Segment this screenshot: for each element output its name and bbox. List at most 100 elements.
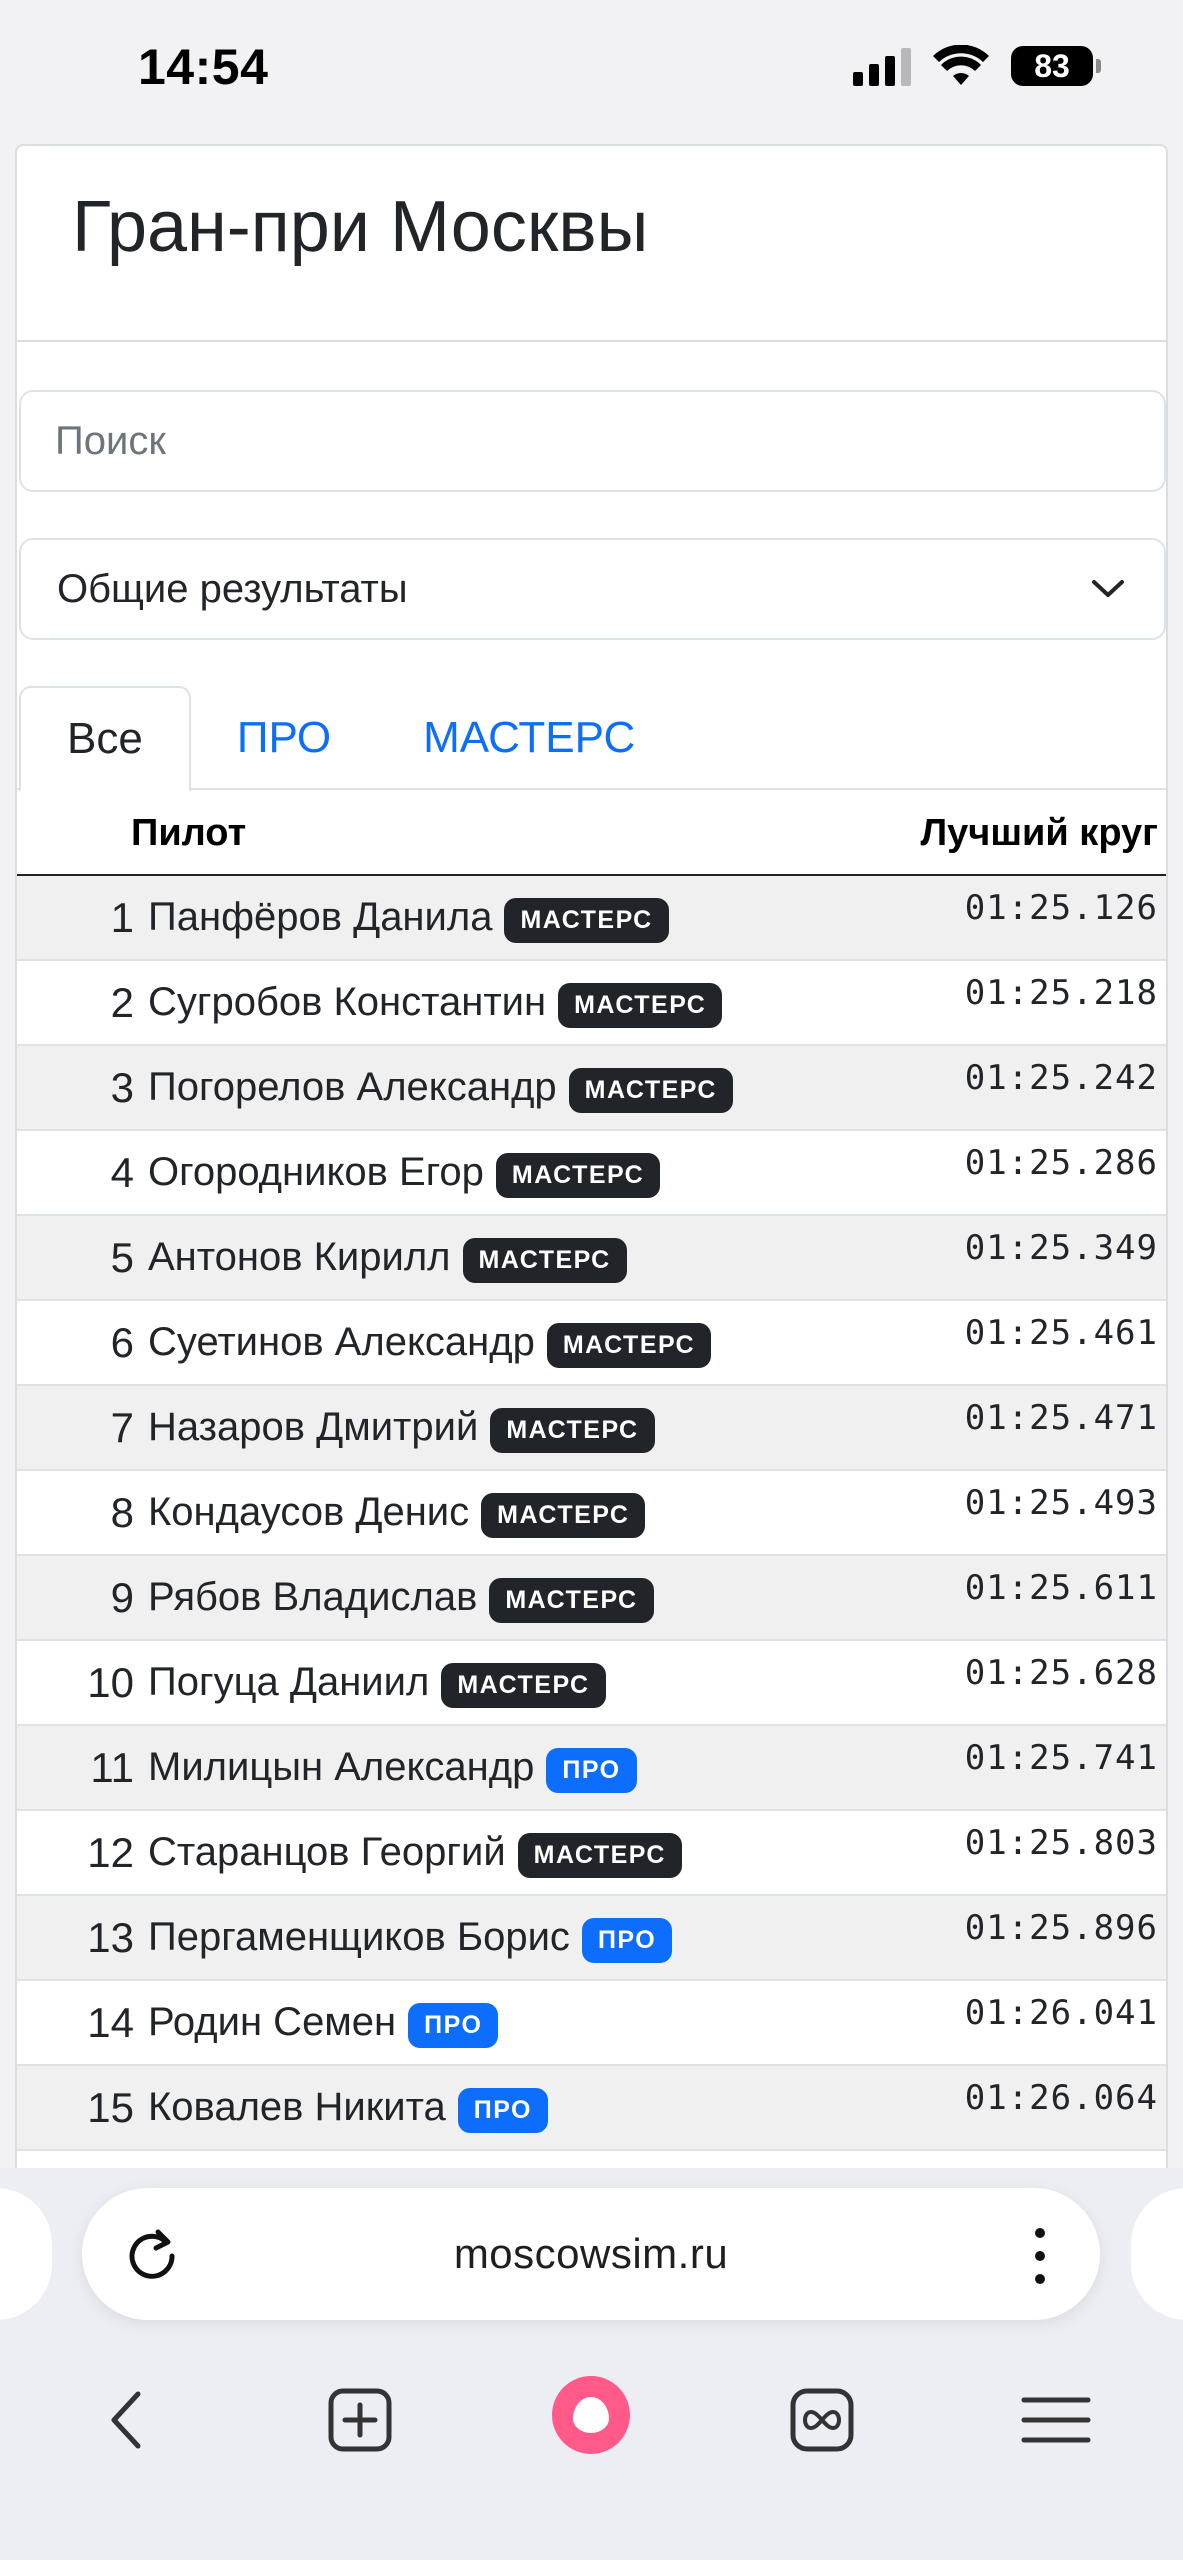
pilot-name: Панфёров Данила	[148, 895, 493, 939]
best-lap-time: 01:25.242	[964, 1058, 1158, 1098]
class-badge: МАСТЕРС	[490, 1408, 655, 1453]
browser-nav-bar	[0, 2366, 1183, 2476]
url-text: moscowsim.ru	[453, 2230, 729, 2277]
pilot-name: Кондаусов Денис	[148, 1490, 470, 1534]
best-lap-time: 01:26.064	[964, 2078, 1158, 2118]
class-badge: МАСТЕРС	[517, 1833, 682, 1878]
pilot-name: Старанцов Георгий	[148, 1830, 506, 1874]
pilot-cell: Сугробов Константин МАСТЕРС	[148, 977, 723, 1028]
status-bar: 14:54 83	[0, 0, 1183, 130]
more-icon[interactable]	[1032, 2228, 1048, 2284]
table-row[interactable]: 9 Рябов Владислав МАСТЕРС 01:25.611	[17, 1556, 1166, 1641]
pilot-name: Суетинов Александр	[148, 1320, 535, 1364]
best-lap-time: 01:25.628	[964, 1653, 1158, 1693]
tab-masters[interactable]: МАСТЕРС	[377, 686, 681, 790]
pilot-cell: Антонов Кирилл МАСТЕРС	[148, 1232, 627, 1283]
class-badge: МАСТЕРС	[546, 1323, 712, 1368]
tab-all[interactable]: Все	[19, 686, 191, 792]
browser-bottom-bar: moscowsim.ru	[0, 2168, 1183, 2560]
address-bar[interactable]: moscowsim.ru	[82, 2188, 1100, 2320]
best-lap-time: 01:25.493	[964, 1483, 1158, 1523]
class-badge: МАСТЕРС	[489, 1578, 654, 1623]
table-row[interactable]: 5 Антонов Кирилл МАСТЕРС 01:25.349	[17, 1216, 1166, 1301]
table-row[interactable]: 2 Сугробов Константин МАСТЕРС 01:25.218	[17, 961, 1166, 1046]
pilot-cell: Панфёров Данила МАСТЕРС	[148, 892, 669, 943]
pilot-cell: Рябов Владислав МАСТЕРС	[148, 1572, 654, 1623]
pilot-cell: Кондаусов Денис МАСТЕРС	[148, 1487, 646, 1538]
page-title: Гран-при Москвы	[72, 187, 649, 267]
reload-icon[interactable]	[122, 2224, 182, 2284]
table-row[interactable]: 4 Огородников Егор МАСТЕРС 01:25.286	[17, 1131, 1166, 1216]
pilot-cell: Огородников Егор МАСТЕРС	[148, 1147, 661, 1198]
alice-icon[interactable]	[552, 2376, 630, 2454]
pilot-cell: Родин Семен ПРО	[148, 1997, 499, 2048]
back-icon[interactable]	[86, 2380, 166, 2460]
class-badge: МАСТЕРС	[481, 1493, 646, 1538]
search-input[interactable]	[19, 390, 1166, 492]
pilot-cell: Суетинов Александр МАСТЕРС	[148, 1317, 712, 1368]
table-row[interactable]: 14 Родин Семен ПРО 01:26.041	[17, 1981, 1166, 2066]
table-row[interactable]: 1 Панфёров Данила МАСТЕРС 01:25.126	[17, 876, 1166, 961]
select-value: Общие результаты	[57, 566, 408, 611]
pilot-cell: Погуца Даниил МАСТЕРС	[148, 1657, 606, 1708]
best-lap-time: 01:26.041	[964, 1993, 1158, 2033]
table-row[interactable]: 8 Кондаусов Денис МАСТЕРС 01:25.493	[17, 1471, 1166, 1556]
menu-icon[interactable]	[1016, 2380, 1096, 2460]
table-header: Пилот Лучший круг	[17, 792, 1166, 876]
table-row[interactable]: 11 Милицын Александр ПРО 01:25.741	[17, 1726, 1166, 1811]
column-header-pilot[interactable]: Пилот	[131, 812, 246, 855]
class-badge: МАСТЕРС	[504, 898, 669, 943]
row-position: 12	[87, 1829, 134, 1876]
row-position: 2	[110, 979, 134, 1026]
best-lap-time: 01:25.286	[964, 1143, 1158, 1183]
pilot-cell: Пергаменщиков Борис ПРО	[148, 1912, 673, 1963]
row-position: 5	[110, 1234, 134, 1281]
pilot-name: Родин Семен	[148, 2000, 397, 2044]
row-position: 15	[87, 2084, 134, 2131]
status-time: 14:54	[138, 39, 269, 95]
pilot-name: Огородников Егор	[148, 1150, 484, 1194]
class-badge: ПРО	[408, 2003, 499, 2048]
best-lap-time: 01:25.126	[964, 888, 1158, 928]
best-lap-time: 01:25.461	[964, 1313, 1158, 1353]
class-badge: ПРО	[457, 2088, 548, 2133]
results-type-select[interactable]: Общие результаты	[19, 538, 1166, 640]
row-position: 3	[110, 1064, 134, 1111]
best-lap-time: 01:25.803	[964, 1823, 1158, 1863]
row-position: 10	[87, 1659, 134, 1706]
class-tabs: Все ПРО МАСТЕРС	[17, 686, 1166, 792]
pilot-name: Погорелов Александр	[148, 1065, 557, 1109]
row-position: 4	[110, 1149, 134, 1196]
table-row[interactable]: 12 Старанцов Георгий МАСТЕРС 01:25.803	[17, 1811, 1166, 1896]
table-row[interactable]: 6 Суетинов Александр МАСТЕРС 01:25.461	[17, 1301, 1166, 1386]
wifi-icon	[933, 45, 989, 85]
row-position: 11	[90, 1744, 134, 1791]
row-position: 8	[110, 1489, 134, 1536]
table-row[interactable]: 13 Пергаменщиков Борис ПРО 01:25.896	[17, 1896, 1166, 1981]
pilot-name: Ковалев Никита	[148, 2085, 446, 2129]
battery-level: 83	[1034, 47, 1070, 84]
page: 14:54 83 Гран-при Москвы Общие ре	[0, 0, 1183, 2560]
tab-pro[interactable]: ПРО	[191, 686, 377, 790]
best-lap-time: 01:25.741	[964, 1738, 1158, 1778]
best-lap-time: 01:25.218	[964, 973, 1158, 1013]
pilot-cell: Погорелов Александр МАСТЕРС	[148, 1062, 733, 1113]
table-row[interactable]: 10 Погуца Даниил МАСТЕРС 01:25.628	[17, 1641, 1166, 1726]
class-badge: ПРО	[546, 1748, 637, 1793]
previous-tab-preview[interactable]	[0, 2188, 52, 2320]
column-header-best-lap[interactable]: Лучший круг	[921, 812, 1159, 855]
best-lap-time: 01:25.896	[964, 1908, 1158, 1948]
row-position: 1	[110, 894, 134, 941]
best-lap-time: 01:25.471	[964, 1398, 1158, 1438]
new-tab-icon[interactable]	[320, 2380, 400, 2460]
table-row[interactable]: 15 Ковалев Никита ПРО 01:26.064	[17, 2066, 1166, 2151]
table-row[interactable]: 3 Погорелов Александр МАСТЕРС 01:25.242	[17, 1046, 1166, 1131]
row-position: 13	[87, 1914, 134, 1961]
tabs-icon[interactable]	[782, 2380, 862, 2460]
class-badge: МАСТЕРС	[558, 983, 723, 1028]
table-row[interactable]: 7 Назаров Дмитрий МАСТЕРС 01:25.471	[17, 1386, 1166, 1471]
row-position: 7	[110, 1404, 134, 1451]
row-position: 9	[110, 1574, 134, 1621]
next-tab-preview[interactable]	[1131, 2188, 1183, 2320]
pilot-name: Милицын Александр	[148, 1745, 535, 1789]
